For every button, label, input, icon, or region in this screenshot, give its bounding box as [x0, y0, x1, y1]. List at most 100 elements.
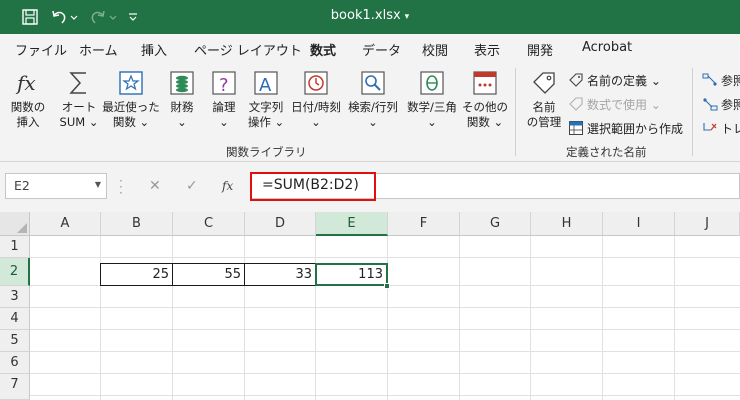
tab-developer[interactable]: 開発 [527, 40, 553, 59]
more-functions-button[interactable]: その他の 関数 ⌄ [460, 68, 510, 138]
define-name-button[interactable]: 名前の定義 ⌄ [568, 70, 661, 90]
autosum-icon [69, 72, 86, 94]
tab-view[interactable]: 表示 [474, 40, 500, 59]
name-manager-icon [533, 72, 555, 94]
cell-b2[interactable]: 25 [100, 263, 173, 286]
row-header-7[interactable]: 7 [0, 374, 30, 400]
select-all-button[interactable] [0, 212, 30, 236]
cell-d2[interactable]: 33 [244, 263, 316, 286]
column-header-f[interactable]: F [388, 212, 460, 236]
name-manager-label-2: の管理 [526, 115, 562, 129]
row-header-4[interactable]: 4 [0, 308, 30, 330]
tab-insert[interactable]: 挿入 [141, 40, 167, 59]
row-header-5[interactable]: 5 [0, 330, 30, 352]
insert-function-label-2: 挿入 [16, 115, 40, 129]
column-header-j[interactable]: J [675, 212, 740, 236]
recently-used-label-1: 最近使った [102, 100, 160, 114]
column-header-d[interactable]: D [245, 212, 316, 236]
gridline [172, 236, 173, 400]
math-trig-button[interactable]: 数学/三角 ⌄ [404, 68, 460, 138]
lookup-reference-button[interactable]: 検索/行列 ⌄ [344, 68, 402, 138]
autosum-button[interactable]: オート SUM ⌄ [56, 68, 102, 138]
ribbon-group-divider [515, 68, 516, 156]
logical-label-1: 論理 [212, 100, 236, 114]
more-functions-label-1: その他の [462, 100, 508, 114]
tab-review[interactable]: 校閲 [422, 40, 448, 59]
create-from-selection-button[interactable]: 選択範囲から作成 [568, 118, 683, 138]
formula-highlight-box [250, 172, 376, 201]
name-manager-label-1: 名前 [532, 100, 556, 114]
row-header-3[interactable]: 3 [0, 286, 30, 308]
name-box-value: E2 [14, 178, 30, 193]
cell-e2[interactable]: 113 [315, 263, 388, 286]
financial-button[interactable]: 財務 ⌄ [164, 68, 200, 138]
date-time-label-2: ⌄ [311, 115, 321, 129]
name-box-dropdown-icon[interactable]: ▼ [95, 180, 101, 189]
title-dropdown-icon: ▾ [404, 12, 410, 22]
title-bar: book1.xlsx ▾ [0, 0, 740, 34]
insert-function-button[interactable]: fx 関数の 挿入 [8, 68, 48, 138]
autosum-label-2: SUM ⌄ [59, 115, 99, 129]
defined-names-group-label: 定義された名前 [566, 145, 647, 159]
name-box[interactable]: E2 ▼ [5, 173, 107, 199]
remove-arrows-label: トレ [721, 121, 740, 136]
define-name-label: 名前の定義 ⌄ [587, 73, 661, 88]
gridline [30, 257, 740, 258]
gridline [530, 236, 531, 400]
remove-arrows-button[interactable]: トレ [702, 118, 740, 138]
svg-text:?: ? [219, 75, 229, 96]
enter-icon[interactable]: ✓ [186, 178, 198, 194]
tab-home[interactable]: ホーム [79, 40, 118, 59]
logical-icon: ? [212, 71, 236, 96]
row-header-6[interactable]: 6 [0, 352, 30, 374]
tab-formulas[interactable]: 数式 [310, 40, 337, 65]
remove-arrows-icon [703, 123, 717, 131]
date-time-icon [304, 71, 328, 95]
recently-used-label-2: 関数 ⌄ [112, 115, 150, 129]
date-time-button[interactable]: 日付/時刻 ⌄ [288, 68, 344, 138]
math-trig-label-2: ⌄ [427, 115, 437, 129]
name-manager-button[interactable]: 名前 の管理 [522, 68, 566, 138]
financial-label-1: 財務 [170, 100, 194, 114]
column-header-c[interactable]: C [173, 212, 245, 236]
insert-function-label-1: 関数の [10, 100, 46, 114]
use-in-formula-icon [569, 97, 583, 111]
document-filename: book1.xlsx [330, 8, 401, 23]
lookup-label-1: 検索/行列 [348, 100, 398, 114]
insert-function-fx-icon[interactable]: fx [222, 179, 233, 193]
trace-precedents-icon [702, 73, 717, 86]
column-header-h[interactable]: H [531, 212, 603, 236]
text-functions-button[interactable]: A 文字列 操作 ⌄ [244, 68, 288, 138]
tab-data[interactable]: データ [362, 40, 401, 59]
more-functions-icon [473, 71, 497, 95]
row-header-1[interactable]: 1 [0, 236, 30, 258]
cell-c2[interactable]: 55 [172, 263, 245, 286]
cancel-icon[interactable]: ✕ [149, 178, 161, 194]
logical-button[interactable]: ? 論理 ⌄ [206, 68, 242, 138]
document-title[interactable]: book1.xlsx ▾ [0, 8, 740, 23]
worksheet-grid[interactable]: A B C D E F G H I J 1 2 3 4 5 6 7 25 55 … [0, 212, 740, 400]
tab-page-layout[interactable]: ページ レイアウト [194, 40, 302, 59]
trace-precedents-button[interactable]: 参照 [702, 70, 740, 90]
lookup-label-2: ⌄ [368, 115, 378, 129]
column-header-g[interactable]: G [460, 212, 531, 236]
gridline [459, 236, 460, 400]
create-from-selection-label: 選択範囲から作成 [587, 121, 684, 136]
column-header-a[interactable]: A [30, 212, 101, 236]
gridline [387, 236, 388, 400]
math-trig-label-1: 数学/三角 [407, 100, 457, 114]
logical-label-2: ⌄ [219, 115, 229, 129]
recently-used-button[interactable]: 最近使った 関数 ⌄ [102, 68, 160, 138]
trace-dependents-button[interactable]: 参照 [702, 94, 740, 114]
tab-acrobat[interactable]: Acrobat [582, 40, 632, 55]
tab-file[interactable]: ファイル [15, 40, 67, 59]
formula-bar-grip-icon[interactable]: · · · [119, 175, 123, 199]
date-time-label-1: 日付/時刻 [291, 100, 341, 114]
trace-dependents-label: 参照 [721, 97, 740, 112]
create-from-selection-icon [569, 121, 583, 135]
column-header-b[interactable]: B [101, 212, 173, 236]
column-header-i[interactable]: I [603, 212, 675, 236]
row-header-2[interactable]: 2 [0, 258, 30, 286]
column-header-e[interactable]: E [316, 212, 388, 236]
fill-handle[interactable] [384, 283, 390, 289]
